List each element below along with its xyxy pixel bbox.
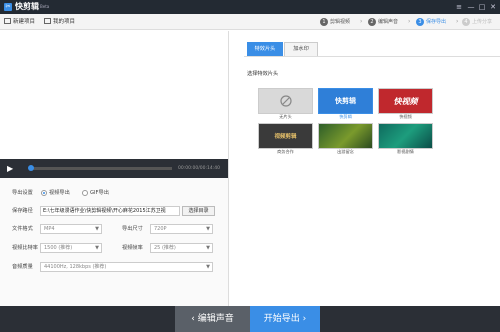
menu-icon[interactable]: ≡ — [455, 2, 463, 12]
video-bitrate-value: 1500 (推荐) — [44, 245, 73, 251]
intro-thumb-trip[interactable] — [318, 123, 373, 149]
intro-thumb-film[interactable] — [378, 123, 433, 149]
video-export-radio[interactable] — [41, 190, 47, 196]
edit-audio-label: 编辑声音 — [197, 314, 234, 324]
step-number: 3 — [416, 17, 424, 26]
export-size-value: 720P — [154, 226, 167, 232]
file-format-select[interactable]: MP4 ▼ — [40, 224, 102, 234]
intro-caption: 无片头 — [279, 114, 292, 119]
app-window: ✂ 快剪辑 Beta ≡ — □ ✕ 新建项目 我的项目 1 剪辑视频 › 2 编辑… — [0, 0, 500, 332]
file-format-label: 文件格式 — [12, 226, 33, 232]
folder-icon — [44, 17, 51, 24]
no-intro-icon — [259, 89, 312, 113]
step-arrow-icon: › — [456, 18, 459, 25]
intro-title — [319, 124, 372, 148]
audio-quality-select[interactable]: 44100Hz, 128kbps (推荐) ▼ — [40, 262, 213, 272]
intro-thumb-kuaijianji[interactable]: 快剪辑 — [318, 88, 373, 114]
chevron-right-icon: › — [299, 314, 307, 324]
export-size-select[interactable]: 720P ▼ — [150, 224, 213, 234]
chevron-down-icon: ▼ — [206, 264, 210, 270]
step-label: 剪辑视频 — [330, 19, 351, 25]
audio-quality-value: 44100Hz, 128kbps (推荐) — [44, 264, 107, 270]
step-number: 1 — [320, 17, 328, 26]
beta-badge: Beta — [40, 4, 50, 9]
app-logo-icon: ✂ — [4, 3, 12, 11]
intro-thumb-none[interactable] — [258, 88, 313, 114]
audio-quality-label: 音频质量 — [12, 264, 33, 270]
video-bitrate-select[interactable]: 1500 (推荐) ▼ — [40, 243, 102, 253]
step-label: 保存导出 — [426, 19, 447, 25]
intro-caption: 快剪辑 — [339, 114, 352, 119]
step-arrow-icon: › — [360, 18, 363, 25]
intro-caption: 快视频 — [399, 114, 412, 119]
new-project-label: 新建项目 — [13, 19, 36, 25]
my-projects-button[interactable]: 我的项目 — [44, 17, 75, 27]
video-export-label: 视频导出 — [49, 190, 70, 196]
step-edit-audio[interactable]: 2 编辑声音 — [368, 17, 398, 27]
edit-audio-button[interactable]: ‹ 编辑声音 — [175, 306, 250, 332]
export-size-label: 导出尺寸 — [122, 226, 143, 232]
new-project-icon — [4, 17, 11, 24]
file-format-value: MP4 — [44, 226, 55, 232]
intro-thumb-business[interactable]: 视频剪辑 — [258, 123, 313, 149]
step-arrow-icon: › — [408, 18, 411, 25]
close-icon[interactable]: ✕ — [489, 2, 497, 12]
tab-underline — [244, 56, 500, 57]
intro-title: 视频剪辑 — [274, 134, 297, 140]
step-cut-video[interactable]: 1 剪辑视频 — [320, 17, 350, 27]
app-name: 快剪辑 — [15, 2, 39, 11]
step-save-export[interactable]: 3 保存导出 — [416, 17, 446, 27]
tab-watermark[interactable]: 加水印 — [284, 42, 318, 56]
chevron-down-icon: ▼ — [95, 245, 99, 251]
start-export-button[interactable]: 开始导出 › — [250, 306, 320, 332]
my-projects-label: 我的项目 — [53, 19, 76, 25]
gif-export-label: GIF导出 — [90, 190, 109, 196]
progress-handle[interactable] — [28, 165, 34, 171]
intro-thumb-kuaishipin[interactable]: 快视频 — [378, 88, 433, 114]
save-path-label: 保存路径 — [12, 208, 33, 214]
tab-intro-effects[interactable]: 特效片头 — [247, 42, 283, 56]
player-bar: ▶ 00:00:00/00:14:40 — [0, 159, 228, 178]
save-path-input[interactable]: E:\七年级漫语作业\快剪辑视频\开心麻花2015江苏卫视 — [40, 206, 180, 216]
maximize-icon[interactable]: □ — [478, 2, 486, 12]
start-export-label: 开始导出 — [263, 314, 300, 324]
intro-caption: 影视剧情 — [397, 149, 414, 154]
play-icon[interactable]: ▶ — [7, 164, 13, 173]
intro-title: 快视频 — [393, 96, 418, 106]
timecode: 00:00:00/00:14:40 — [178, 166, 220, 171]
title-bar: ✂ 快剪辑 Beta ≡ — □ ✕ — [0, 0, 500, 14]
intro-caption: 商务合作 — [277, 149, 294, 154]
select-intro-label: 选择特效片头 — [247, 71, 279, 77]
minimize-icon[interactable]: — — [467, 2, 475, 12]
video-fps-select[interactable]: 25 (推荐) ▼ — [150, 243, 213, 253]
chevron-down-icon: ▼ — [206, 226, 210, 232]
export-settings-panel — [0, 178, 228, 306]
intro-title: 快剪辑 — [335, 97, 356, 105]
step-number: 2 — [368, 17, 376, 26]
video-fps-value: 25 (推荐) — [154, 245, 176, 251]
chevron-down-icon: ▼ — [95, 226, 99, 232]
step-label: 上传分享 — [472, 19, 493, 25]
new-project-button[interactable]: 新建项目 — [4, 17, 35, 27]
toolbar: 新建项目 我的项目 1 剪辑视频 › 2 编辑声音 › 3 保存导出 › 4 上传分享 — [0, 14, 500, 30]
intro-title — [379, 124, 432, 148]
gif-export-radio[interactable] — [82, 190, 88, 196]
chevron-down-icon: ▼ — [206, 245, 210, 251]
step-number: 4 — [462, 17, 470, 26]
progress-track[interactable] — [30, 167, 172, 170]
export-settings-label: 导出设置 — [12, 190, 33, 196]
intro-caption: 出游留念 — [337, 149, 354, 154]
video-fps-label: 视频帧率 — [122, 245, 143, 251]
step-label: 编辑声音 — [378, 19, 399, 25]
choose-directory-button[interactable]: 选择目录 — [182, 206, 215, 216]
step-upload-share: 4 上传分享 — [462, 17, 492, 27]
video-preview — [0, 31, 228, 159]
video-bitrate-label: 视频比特率 — [12, 245, 38, 251]
